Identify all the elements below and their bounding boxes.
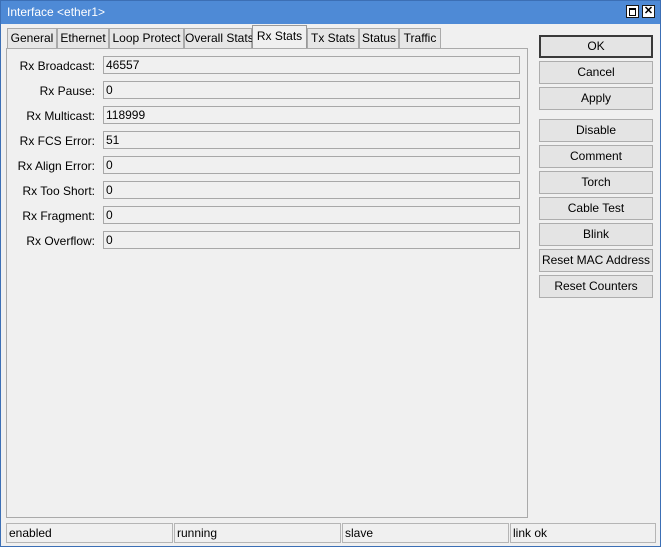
rx-too-short-label: Rx Too Short: [22,184,95,198]
status-running: running [174,523,341,543]
rx-overflow-value[interactable]: 0 [103,231,520,249]
rx-multicast-value[interactable]: 118999 [103,106,520,124]
rx-align-error-label: Rx Align Error: [17,159,95,173]
tab-overall-stats[interactable]: Overall Stats [184,28,254,48]
rx-broadcast-label: Rx Broadcast: [19,59,95,73]
rx-fragment-value[interactable]: 0 [103,206,520,224]
status-link: link ok [510,523,656,543]
window-title: Interface <ether1> [7,5,106,19]
disable-button[interactable]: Disable [539,119,653,142]
rx-align-error-value[interactable]: 0 [103,156,520,174]
reset-mac-address-button[interactable]: Reset MAC Address [539,249,653,272]
rx-pause-label: Rx Pause: [39,84,95,98]
cancel-button[interactable]: Cancel [539,61,653,84]
interface-window: Interface <ether1> ✕ General Ethernet Lo… [0,0,661,547]
cable-test-button[interactable]: Cable Test [539,197,653,220]
reset-counters-button[interactable]: Reset Counters [539,275,653,298]
rx-too-short-value[interactable]: 0 [103,181,520,199]
title-bar[interactable]: Interface <ether1> ✕ [1,1,660,24]
tab-loop-protect[interactable]: Loop Protect [109,28,184,48]
rx-broadcast-value[interactable]: 46557 [103,56,520,74]
blink-button[interactable]: Blink [539,223,653,246]
rx-pause-value[interactable]: 0 [103,81,520,99]
ok-button[interactable]: OK [539,35,653,58]
tab-general[interactable]: General [7,28,57,48]
torch-button[interactable]: Torch [539,171,653,194]
tab-tx-stats[interactable]: Tx Stats [307,28,359,48]
tab-rx-stats[interactable]: Rx Stats [252,25,307,49]
tab-status[interactable]: Status [359,28,399,48]
apply-button[interactable]: Apply [539,87,653,110]
tab-traffic[interactable]: Traffic [399,28,441,48]
rx-fcs-error-value[interactable]: 51 [103,131,520,149]
rx-overflow-label: Rx Overflow: [26,234,95,248]
status-enabled: enabled [6,523,173,543]
close-icon[interactable]: ✕ [642,5,655,18]
comment-button[interactable]: Comment [539,145,653,168]
status-slave: slave [342,523,509,543]
rx-fragment-label: Rx Fragment: [22,209,95,223]
rx-multicast-label: Rx Multicast: [26,109,95,123]
tab-ethernet[interactable]: Ethernet [57,28,109,48]
maximize-icon[interactable] [626,5,639,18]
rx-fcs-error-label: Rx FCS Error: [19,134,95,148]
